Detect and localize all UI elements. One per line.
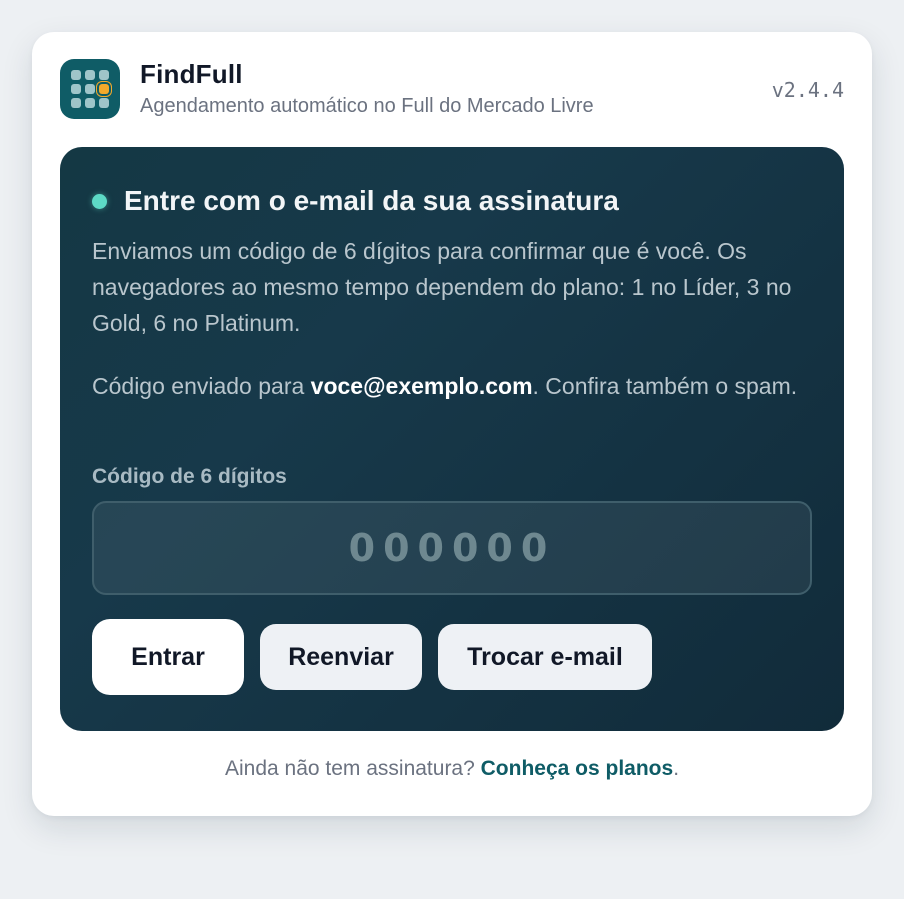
sent-email: voce@exemplo.com xyxy=(310,373,533,399)
resend-button[interactable]: Reenviar xyxy=(260,624,422,690)
version-label: v2.4.4 xyxy=(771,78,844,102)
code-input[interactable] xyxy=(92,501,812,595)
code-field-label: Código de 6 dígitos xyxy=(92,465,287,488)
logo-grid-dot xyxy=(71,98,81,108)
panel-title: Entre com o e-mail da sua assinatura xyxy=(124,185,619,216)
app-subtitle: Agendamento automático no Full do Mercad… xyxy=(140,95,594,117)
login-panel: Entre com o e-mail da sua assinatura Env… xyxy=(60,147,844,731)
app-name: FindFull xyxy=(140,59,243,89)
logo-grid-dot xyxy=(99,98,109,108)
logo-grid-dot xyxy=(85,98,95,108)
footer-text: Ainda não tem assinatura? Conheça os pla… xyxy=(32,757,872,781)
status-dot-icon xyxy=(92,194,107,209)
code-sent-suffix: . Confira também o spam. xyxy=(532,373,798,399)
app-logo-icon xyxy=(60,59,120,119)
footer-prefix: Ainda não tem assinatura? xyxy=(224,757,481,780)
logo-grid-dot xyxy=(71,84,81,94)
logo-grid-dot xyxy=(85,70,95,80)
login-card: FindFull Agendamento automático no Full … xyxy=(32,32,872,816)
plans-link[interactable]: Conheça os planos xyxy=(481,757,674,780)
change-email-button[interactable]: Trocar e-mail xyxy=(438,624,652,690)
enter-button[interactable]: Entrar xyxy=(92,619,244,695)
panel-description: Enviamos um código de 6 dígitos para con… xyxy=(92,238,792,336)
code-sent-prefix: Código enviado para xyxy=(92,373,311,399)
app-header: FindFull Agendamento automático no Full … xyxy=(60,59,844,121)
footer-suffix: . xyxy=(673,757,680,780)
logo-grid-dot-accent xyxy=(99,84,109,94)
code-sent-info: Código enviado para voce@exemplo.com. Co… xyxy=(92,368,812,405)
logo-grid-dot xyxy=(85,84,95,94)
logo-grid-dot xyxy=(71,70,81,80)
logo-grid-dot xyxy=(99,70,109,80)
